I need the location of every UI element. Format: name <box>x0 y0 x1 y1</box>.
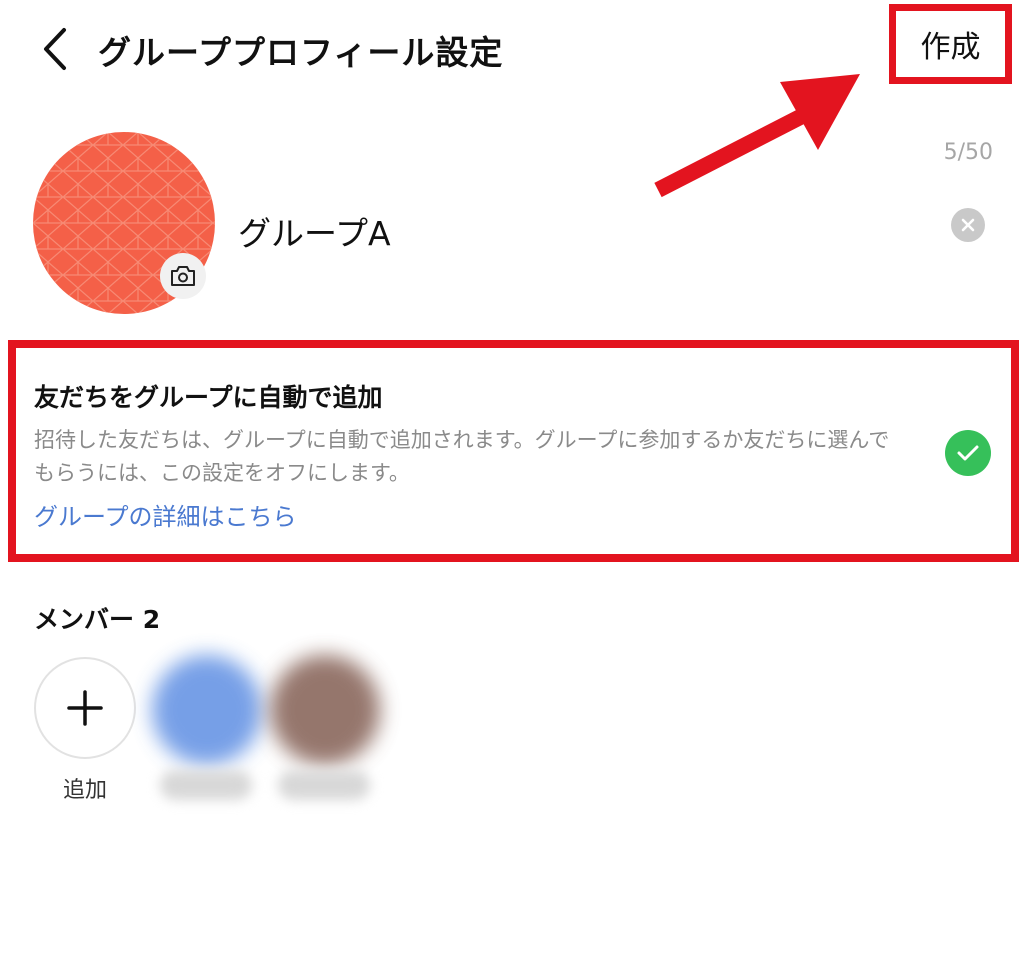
auto-add-description: 招待した友だちは、グループに自動で追加されます。グループに参加するか友だちに選ん… <box>34 428 890 485</box>
close-icon <box>961 218 975 232</box>
annotation-arrow <box>654 74 860 198</box>
name-char-counter: 5/50 <box>943 140 993 165</box>
member-avatar[interactable] <box>152 655 262 765</box>
member-name-redacted <box>160 770 252 800</box>
auto-add-toggle[interactable] <box>945 430 991 476</box>
auto-add-title: 友だちをグループに自動で追加 <box>34 383 383 412</box>
member-name-redacted <box>278 770 370 800</box>
chevron-left-icon <box>44 28 66 70</box>
members-title: メンバー 2 <box>34 605 161 634</box>
add-member-button[interactable] <box>34 657 136 759</box>
member-avatar[interactable] <box>270 655 380 765</box>
checkmark-icon <box>957 445 979 461</box>
camera-icon <box>171 266 195 286</box>
change-photo-button[interactable] <box>160 253 206 299</box>
page-title: グループプロフィール設定 <box>98 33 504 72</box>
group-name-input[interactable] <box>238 205 918 257</box>
clear-name-button[interactable] <box>951 208 985 242</box>
plus-icon <box>67 690 103 726</box>
add-member-label: 追加 <box>62 778 107 803</box>
back-button[interactable] <box>30 22 80 76</box>
group-details-link[interactable]: グループの詳細はこちら <box>34 497 297 532</box>
create-button[interactable]: 作成 <box>889 4 1012 84</box>
